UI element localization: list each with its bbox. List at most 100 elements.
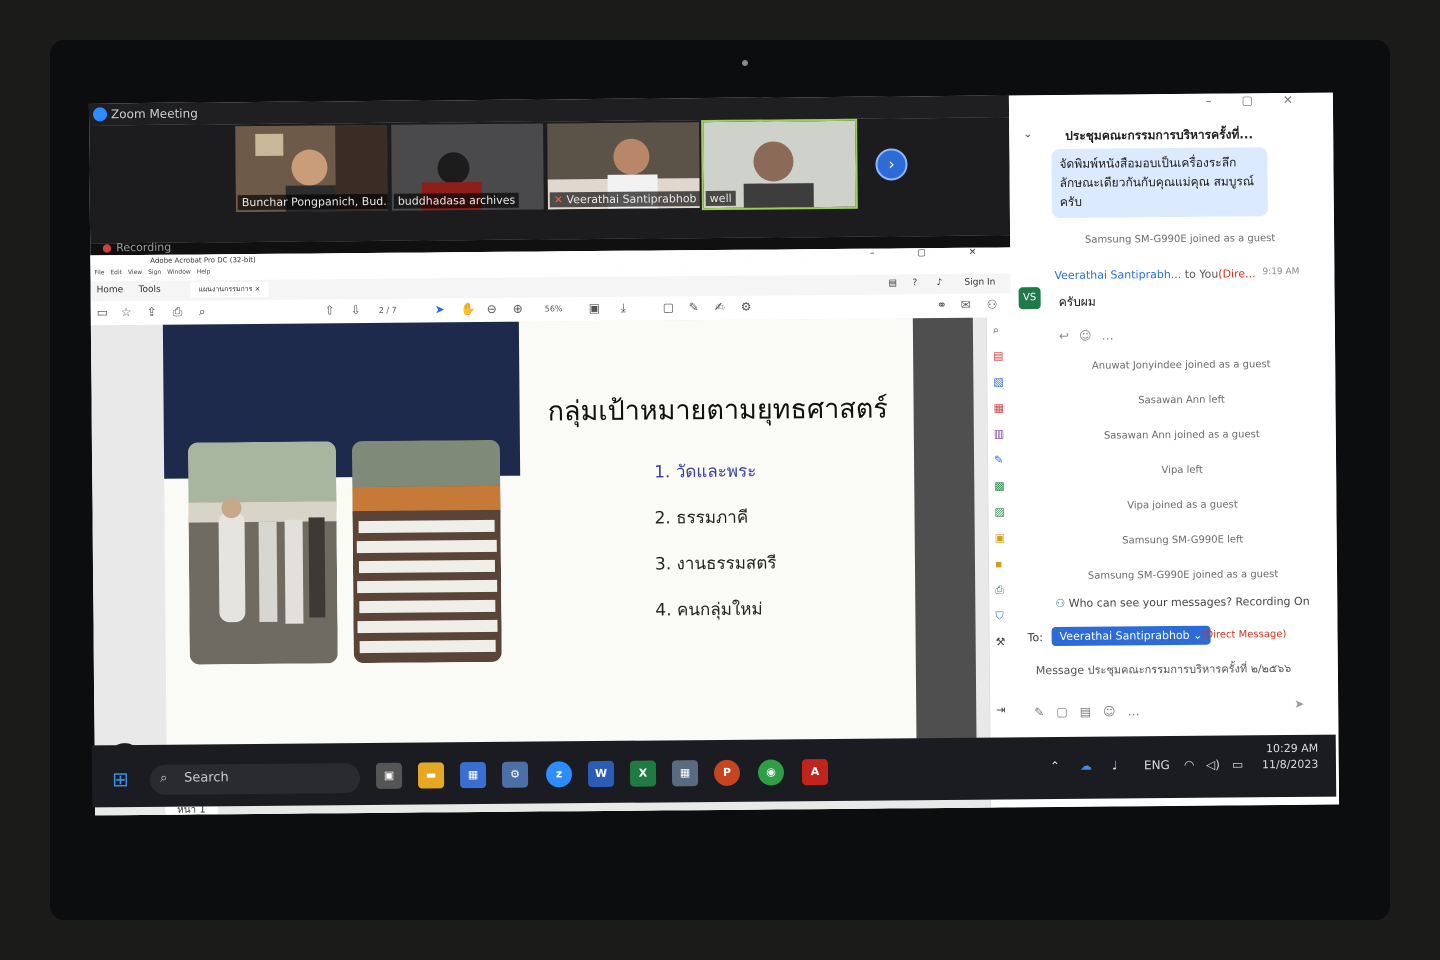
- file-icon[interactable]: ▤: [1080, 705, 1103, 719]
- taskbar: ⊞ ⌕ Search ▣ ▬ ▦ ⚙ z W X ▦ P ◉ A ⌃ ☁ ♩ E…: [91, 734, 1337, 808]
- chrome-icon[interactable]: ◉: [757, 759, 785, 786]
- chevron-right-icon: ›: [888, 154, 895, 174]
- add-user-icon[interactable]: ⚇: [987, 298, 998, 312]
- volume-icon[interactable]: ◁): [1206, 758, 1220, 772]
- close-icon[interactable]: ×: [255, 285, 261, 293]
- menu-window[interactable]: Window: [167, 269, 191, 276]
- chat-title: ประชุมคณะกรรมการบริหารครั้งที่...: [1065, 127, 1254, 143]
- pen-tool-icon[interactable]: ✎: [689, 300, 699, 314]
- battery-icon[interactable]: ▭: [1232, 757, 1243, 771]
- zoom-out-icon[interactable]: ⊖: [487, 302, 497, 316]
- video-tile[interactable]: buddhadasa archives: [391, 123, 544, 211]
- print-production-icon[interactable]: ⎙: [995, 583, 1004, 597]
- next-participants-button[interactable]: ›: [875, 148, 908, 181]
- export-pdf-icon[interactable]: ▤: [993, 349, 1004, 362]
- zoom-level[interactable]: 56%: [545, 304, 563, 313]
- tab-document[interactable]: แผนงานกรรมการ ×: [190, 281, 269, 298]
- edit-pdf-icon[interactable]: ▥: [994, 427, 1005, 440]
- combine-icon[interactable]: ▨: [994, 505, 1005, 518]
- prev-page-icon[interactable]: ⇧: [325, 303, 335, 317]
- menu-view[interactable]: View: [128, 269, 142, 276]
- screenshot-icon[interactable]: ▢: [1056, 705, 1079, 719]
- mic-muted-icon: ✕: [553, 193, 567, 207]
- mic-icon[interactable]: ♩: [1112, 758, 1118, 772]
- page-indicator[interactable]: 2 / 7: [379, 306, 397, 315]
- hand-tool-icon[interactable]: ✋: [461, 302, 476, 316]
- video-strip: Bunchar Pongpanich, Bud... buddhadasa ar…: [89, 117, 1011, 244]
- comment-tool-icon[interactable]: ▢: [663, 300, 674, 314]
- own-message-bubble: จัดพิมพ์หนังสือมอบเป็นเครื่องระลึก ลักษณ…: [1051, 147, 1268, 219]
- system-message: Vipa left: [1161, 464, 1203, 477]
- upload-icon[interactable]: ⇪: [147, 305, 157, 319]
- chevron-down-icon[interactable]: ⌄: [1023, 127, 1032, 140]
- tab-home[interactable]: Home: [97, 285, 124, 295]
- recipient-dropdown[interactable]: Veerathai Santiprabhob ⌄: [1051, 625, 1211, 647]
- emoji-icon[interactable]: ☺: [1079, 329, 1102, 343]
- task-view-icon[interactable]: ▣: [375, 762, 403, 789]
- format-icon[interactable]: ✎: [1034, 705, 1056, 719]
- menu-sign[interactable]: Sign: [148, 269, 161, 276]
- participant-name: well: [705, 190, 736, 207]
- zoom-app-icon[interactable]: z: [545, 761, 573, 788]
- comment-icon[interactable]: ▤: [888, 278, 897, 288]
- print-icon[interactable]: ⎙: [173, 305, 183, 320]
- star-icon[interactable]: ☆: [121, 305, 132, 319]
- zoom-in-icon[interactable]: ⊕: [513, 302, 523, 316]
- fill-sign-icon[interactable]: ✎: [994, 453, 1003, 466]
- store-icon[interactable]: ▦: [459, 761, 487, 789]
- zoom-title: Zoom Meeting: [110, 106, 198, 122]
- stamp-rail-icon[interactable]: ▪: [995, 557, 1003, 570]
- video-tile[interactable]: Bunchar Pongpanich, Bud...: [235, 124, 388, 213]
- protect-icon[interactable]: ⛉: [995, 609, 1003, 623]
- window-controls[interactable]: – ▢ ✕: [870, 248, 996, 259]
- share-link-icon[interactable]: ⚭: [937, 298, 947, 312]
- acrobat-icon[interactable]: A: [801, 759, 829, 786]
- sign-tool-icon[interactable]: ✍: [715, 300, 725, 314]
- organize-pages-icon[interactable]: ▦: [994, 401, 1005, 414]
- menu-help[interactable]: Help: [197, 268, 211, 275]
- system-clock[interactable]: 10:29 AM 11/8/2023: [1262, 741, 1319, 773]
- search-icon[interactable]: ⌕: [199, 304, 206, 319]
- scroll-mode-icon[interactable]: ⤓: [621, 301, 626, 316]
- more-icon[interactable]: …: [1127, 704, 1151, 718]
- reply-icon[interactable]: ↩: [1059, 329, 1079, 343]
- compress-icon[interactable]: ▩: [994, 479, 1005, 492]
- stamp-tool-icon[interactable]: ⚙: [741, 300, 752, 314]
- calculator-icon[interactable]: ▦: [671, 760, 699, 787]
- privacy-notice[interactable]: ⚇ Who can see your messages? Recording O…: [1055, 595, 1309, 610]
- excel-icon[interactable]: X: [629, 760, 657, 787]
- taskbar-search[interactable]: ⌕ Search: [149, 763, 361, 795]
- windows-start-icon[interactable]: ⊞: [112, 767, 129, 791]
- next-page-icon[interactable]: ⇩: [351, 303, 361, 317]
- language-indicator[interactable]: ENG: [1144, 758, 1170, 772]
- video-tile-active-speaker[interactable]: well: [701, 118, 858, 211]
- email-icon[interactable]: ✉: [961, 298, 971, 312]
- video-tile[interactable]: ✕ Veerathai Santiprabhob: [547, 122, 700, 210]
- wifi-icon[interactable]: ◠: [1184, 758, 1195, 772]
- help-icon[interactable]: ?: [912, 278, 917, 288]
- chevron-up-icon[interactable]: ⌃: [1050, 759, 1060, 773]
- file-explorer-icon[interactable]: ▬: [417, 762, 445, 789]
- settings-icon[interactable]: ⚙: [501, 761, 529, 788]
- more-tools-icon[interactable]: ⚒: [996, 635, 1006, 648]
- collapse-rail-icon[interactable]: ⇥: [996, 703, 1005, 716]
- powerpoint-icon[interactable]: P: [713, 759, 741, 786]
- sign-in-button[interactable]: Sign In: [964, 278, 995, 288]
- more-icon[interactable]: …: [1101, 328, 1123, 342]
- menu-file[interactable]: File: [94, 269, 104, 276]
- emoji-icon[interactable]: ☺: [1103, 704, 1128, 718]
- bell-icon[interactable]: ♪: [936, 278, 942, 288]
- save-icon[interactable]: ▭: [97, 305, 108, 319]
- menu-edit[interactable]: Edit: [110, 269, 122, 276]
- zoom-tool-icon[interactable]: ⌕: [993, 324, 999, 338]
- create-pdf-icon[interactable]: ▧: [993, 375, 1004, 388]
- message-input[interactable]: Message ประชุมคณะกรรมการบริหารครั้งที่ ๒…: [1036, 659, 1291, 679]
- comment-rail-icon[interactable]: ▣: [995, 531, 1006, 544]
- tab-tools[interactable]: Tools: [139, 285, 161, 295]
- send-icon[interactable]: ➤: [1294, 697, 1304, 711]
- window-controls[interactable]: –▢✕: [1205, 93, 1323, 108]
- cloud-icon[interactable]: ☁: [1080, 759, 1092, 773]
- fit-page-icon[interactable]: ▣: [589, 301, 600, 315]
- select-tool-icon[interactable]: ➤: [435, 302, 445, 316]
- word-icon[interactable]: W: [587, 760, 615, 788]
